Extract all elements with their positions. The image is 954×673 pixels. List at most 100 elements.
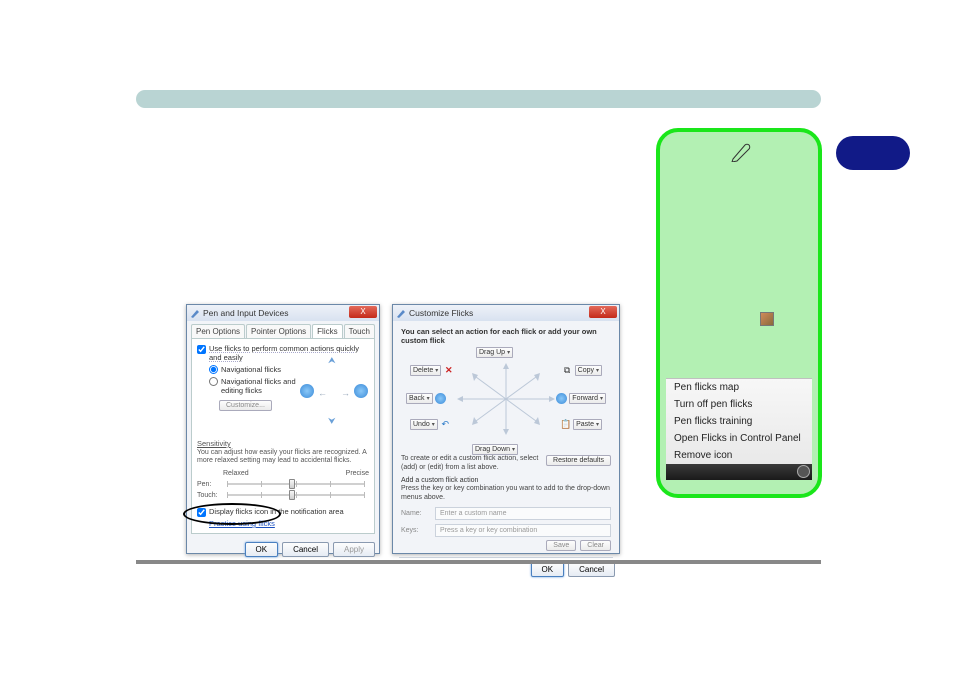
dd-paste-label: Paste xyxy=(576,421,594,428)
tab-pen-options[interactable]: Pen Options xyxy=(191,324,245,338)
tray-context-menu: Pen flicks map Turn off pen flicks Pen f… xyxy=(666,378,812,464)
dropdown-drag-up[interactable]: Drag Up▾ xyxy=(476,347,513,358)
close-button[interactable]: X xyxy=(589,306,617,318)
caret-icon: ▾ xyxy=(600,395,603,402)
tab-touch[interactable]: Touch xyxy=(344,324,375,338)
save-button[interactable]: Save xyxy=(546,540,576,551)
cancel-button[interactable]: Cancel xyxy=(282,542,329,557)
sensitivity-desc: You can adjust how easily your flicks ar… xyxy=(197,449,369,466)
tab-flicks[interactable]: Flicks xyxy=(312,324,342,338)
arrow-right-glyph: → xyxy=(341,388,350,398)
caret-icon: ▾ xyxy=(427,395,430,402)
sensitivity-heading: Sensitivity xyxy=(197,439,369,448)
pen-app-icon xyxy=(396,308,406,318)
name-input[interactable]: Enter a custom name xyxy=(435,507,611,520)
caret-icon: ▾ xyxy=(435,367,438,374)
pen-input-devices-dialog: Pen and Input Devices X Pen Options Poin… xyxy=(186,304,380,554)
back-arrow-icon xyxy=(435,393,446,404)
radio-nav-label: Navigational flicks xyxy=(221,365,281,374)
cancel-button[interactable]: Cancel xyxy=(568,562,615,577)
pen-icon xyxy=(730,140,752,162)
titlebar[interactable]: Customize Flicks X xyxy=(393,305,619,321)
radio-nav-input[interactable] xyxy=(209,365,218,374)
close-button[interactable]: X xyxy=(349,306,377,318)
practice-link-highlight-circle xyxy=(183,503,281,525)
precise-label: Precise xyxy=(346,470,369,477)
ok-button[interactable]: OK xyxy=(531,562,565,577)
caret-icon: ▾ xyxy=(512,446,515,453)
keys-input-row: Keys: Press a key or key combination xyxy=(401,524,611,537)
dd-bottom-label: Drag Down xyxy=(475,446,510,453)
name-input-row: Name: Enter a custom name xyxy=(401,507,611,520)
dd-forward-label: Forward xyxy=(572,395,598,402)
keys-label: Keys: xyxy=(401,527,429,534)
tab-row: Pen Options Pointer Options Flicks Touch xyxy=(187,321,379,338)
titlebar[interactable]: Pen and Input Devices X xyxy=(187,305,379,321)
flick-direction-diagram: ⮝ ⮟ ← → xyxy=(298,355,370,427)
touch-slider-label: Touch: xyxy=(197,492,223,499)
pen-slider[interactable] xyxy=(227,483,365,485)
menu-item-training[interactable]: Pen flicks training xyxy=(666,413,812,430)
dropdown-back[interactable]: Back▾ xyxy=(406,393,448,404)
menu-item-remove-icon[interactable]: Remove icon xyxy=(666,447,812,464)
pen-app-icon xyxy=(190,308,200,318)
caret-icon: ▾ xyxy=(596,367,599,374)
header-bar xyxy=(136,90,821,108)
name-label: Name: xyxy=(401,510,429,517)
flick-assignment-compass: Drag Up▾ Drag Down▾ Delete▾ ✕ ⧉ Copy▾ Ba… xyxy=(406,349,606,449)
caret-icon: ▾ xyxy=(596,421,599,428)
menu-item-turn-off[interactable]: Turn off pen flicks xyxy=(666,396,812,413)
customize-button[interactable]: Customize... xyxy=(219,400,272,411)
customize-flicks-dialog: Customize Flicks X You can select an act… xyxy=(392,304,620,554)
arrow-left-glyph: ← xyxy=(318,388,327,398)
dialog1-button-bar: OK Cancel Apply xyxy=(187,538,379,561)
ok-button[interactable]: OK xyxy=(245,542,279,557)
touch-slider[interactable] xyxy=(227,494,365,496)
dropdown-forward[interactable]: Forward▾ xyxy=(554,393,606,404)
dd-top-label: Drag Up xyxy=(479,349,505,356)
paste-icon: 📋 xyxy=(560,419,571,430)
dropdown-paste[interactable]: 📋 Paste▾ xyxy=(558,419,602,430)
show-desktop-icon[interactable] xyxy=(797,465,810,478)
dialog-title: Customize Flicks xyxy=(409,308,616,318)
copy-icon: ⧉ xyxy=(562,365,573,376)
notification-highlight-panel: Pen flicks map Turn off pen flicks Pen f… xyxy=(656,128,822,498)
dd-back-label: Back xyxy=(409,395,425,402)
caret-icon: ▾ xyxy=(507,349,510,356)
arrow-down-icon: ⮟ xyxy=(328,416,336,427)
dialog2-body: You can select an action for each flick … xyxy=(393,321,619,557)
caret-icon: ▾ xyxy=(432,421,435,428)
radio-nav-edit-input[interactable] xyxy=(209,377,218,386)
taskbar xyxy=(666,464,812,480)
dropdown-undo[interactable]: Undo▾ ↶ xyxy=(410,419,453,430)
arrow-right-icon xyxy=(354,384,368,398)
arrow-up-icon: ⮝ xyxy=(328,355,336,366)
undo-icon: ↶ xyxy=(440,419,451,430)
radio-nav-edit-label: Navigational flicks and editing flicks xyxy=(221,377,299,395)
tab-pointer-options[interactable]: Pointer Options xyxy=(246,324,311,338)
apply-button[interactable]: Apply xyxy=(333,542,375,557)
dd-undo-label: Undo xyxy=(413,421,430,428)
pen-slider-label: Pen: xyxy=(197,481,223,488)
clear-button[interactable]: Clear xyxy=(580,540,611,551)
menu-item-flicks-map[interactable]: Pen flicks map xyxy=(666,379,812,396)
create-desc: To create or edit a custom flick action,… xyxy=(401,455,540,473)
keys-input[interactable]: Press a key or key combination xyxy=(435,524,611,537)
dropdown-drag-down[interactable]: Drag Down▾ xyxy=(472,444,518,455)
dropdown-delete[interactable]: Delete▾ ✕ xyxy=(410,365,456,376)
pen-slider-thumb[interactable] xyxy=(289,479,295,489)
relaxed-label: Relaxed xyxy=(223,470,346,477)
touch-slider-thumb[interactable] xyxy=(289,490,295,500)
menu-item-open-cpl[interactable]: Open Flicks in Control Panel xyxy=(666,430,812,447)
touch-sensitivity-slider-row: Touch: xyxy=(197,492,369,499)
instruction-text: You can select an action for each flick … xyxy=(401,327,611,345)
add-custom-desc: Press the key or key combination you wan… xyxy=(401,485,611,503)
flicks-tray-icon[interactable] xyxy=(760,312,774,326)
dd-delete-label: Delete xyxy=(413,367,433,374)
use-flicks-input[interactable] xyxy=(197,345,206,354)
bottom-divider xyxy=(136,560,821,564)
dropdown-copy[interactable]: ⧉ Copy▾ xyxy=(560,365,602,376)
delete-x-icon: ✕ xyxy=(443,365,454,376)
arrow-left-icon xyxy=(300,384,314,398)
restore-defaults-button[interactable]: Restore defaults xyxy=(546,455,611,466)
